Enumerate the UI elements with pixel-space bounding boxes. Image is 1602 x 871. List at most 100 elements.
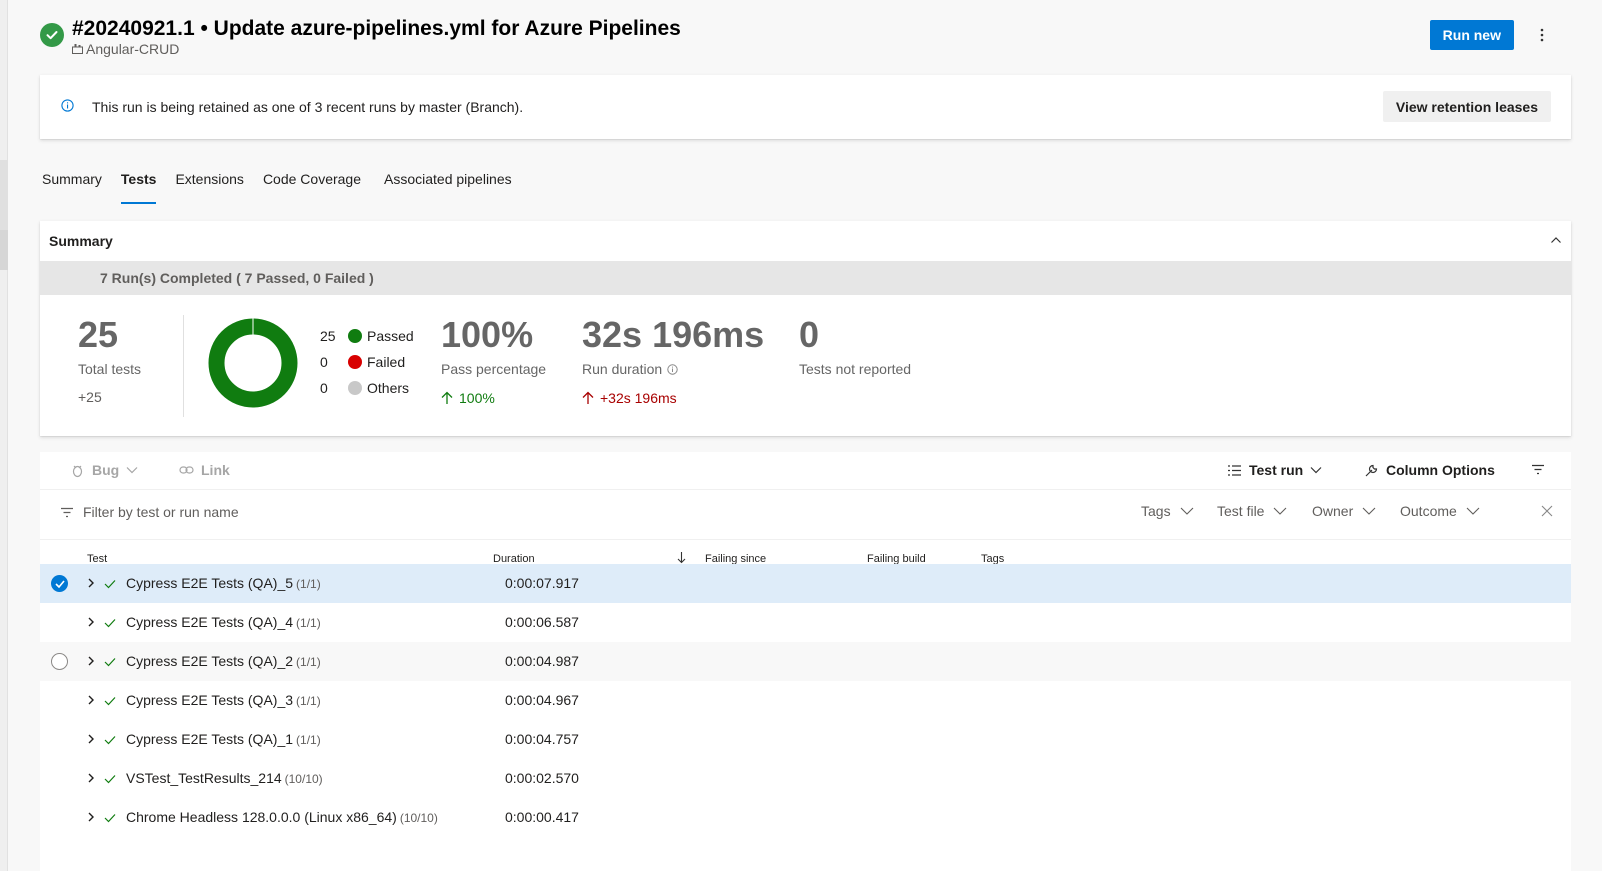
retention-message: This run is being retained as one of 3 r… [92, 99, 524, 115]
run-duration-delta: +32s 196ms [582, 390, 764, 406]
chevron-right-icon[interactable] [87, 771, 95, 787]
test-run-duration: 0:00:07.917 [505, 575, 579, 591]
filter-icon [61, 507, 73, 517]
table-row[interactable]: Cypress E2E Tests (QA)_5 (1/1) 0:00:07.91… [40, 564, 1571, 603]
test-run-count: (1/1) [296, 616, 321, 630]
test-run-name[interactable]: Cypress E2E Tests (QA)_5 (1/1) [126, 575, 321, 591]
column-options-button[interactable]: Column Options [1364, 462, 1495, 478]
filter-search-input[interactable]: Filter by test or run name [60, 504, 460, 520]
run-header: #20240921.1 • Update azure-pipelines.yml… [40, 17, 1562, 57]
failed-label: Failed [367, 354, 406, 370]
chevron-right-icon[interactable] [87, 732, 95, 748]
arrow-up-icon [441, 391, 453, 404]
tab-extensions[interactable]: Extensions [175, 168, 243, 204]
chevron-down-icon [126, 467, 138, 474]
outcome-donut-chart [208, 318, 298, 408]
run-duration-delta-value: +32s 196ms [600, 390, 677, 406]
list-icon [1228, 464, 1241, 476]
run-new-button[interactable]: Run new [1429, 20, 1514, 50]
bug-button[interactable]: Bug [70, 462, 138, 478]
test-run-duration: 0:00:06.587 [505, 614, 579, 630]
others-count: 0 [320, 380, 328, 396]
view-retention-leases-button[interactable]: View retention leases [1382, 91, 1551, 122]
bug-icon [72, 465, 83, 477]
table-row[interactable]: Cypress E2E Tests (QA)_3 (1/1) 0:00:04.96… [40, 681, 1571, 720]
runs-completed-bar: 7 Run(s) Completed ( 7 Passed, 0 Failed … [40, 261, 1571, 295]
test-run-count: (10/10) [284, 772, 323, 786]
test-run-name[interactable]: Chrome Headless 128.0.0.0 (Linux x86_64)… [126, 809, 438, 825]
test-file-filter-dropdown[interactable]: Test file [1217, 503, 1287, 519]
summary-heading: Summary [49, 233, 113, 249]
info-icon[interactable] [667, 363, 678, 375]
row-checkbox[interactable] [51, 653, 68, 670]
total-tests-metric: 25 Total tests +25 [78, 315, 141, 406]
test-run-name[interactable]: Cypress E2E Tests (QA)_3 (1/1) [126, 692, 321, 708]
outcome-filter-dropdown[interactable]: Outcome [1400, 503, 1480, 519]
chevron-up-icon[interactable] [1549, 233, 1563, 250]
total-tests-delta: +25 [78, 389, 102, 405]
test-run-duration: 0:00:04.757 [505, 731, 579, 747]
passed-label: Passed [367, 328, 414, 344]
test-results-panel: Bug Link Test run Column Options Filter … [40, 452, 1571, 871]
chevron-down-icon [1310, 467, 1322, 474]
results-toolbar: Bug Link Test run Column Options [40, 452, 1571, 490]
run-duration-label: Run duration [582, 361, 663, 377]
test-run-name[interactable]: Cypress E2E Tests (QA)_2 (1/1) [126, 653, 321, 669]
test-run-duration: 0:00:02.570 [505, 770, 579, 786]
tab-associated-pipelines[interactable]: Associated pipelines [384, 168, 512, 204]
pass-percentage-label: Pass percentage [441, 361, 547, 377]
chevron-down-icon [1180, 507, 1193, 515]
test-run-count: (10/10) [399, 811, 438, 825]
pass-percentage-metric: 100% Pass percentage 100% [441, 315, 547, 407]
clear-filters-icon[interactable] [1541, 504, 1553, 520]
tab-code-coverage[interactable]: Code Coverage [263, 168, 361, 204]
table-row[interactable]: Cypress E2E Tests (QA)_2 (1/1) 0:00:04.98… [40, 642, 1571, 681]
chevron-right-icon[interactable] [87, 693, 95, 709]
others-dot-icon [348, 381, 362, 395]
row-checkbox-checked[interactable] [51, 575, 68, 592]
test-run-name[interactable]: VSTest_TestResults_214 (10/10) [126, 770, 323, 786]
rail-segment [0, 160, 8, 230]
metric-divider [183, 315, 184, 417]
column-options-label: Column Options [1386, 462, 1495, 478]
retention-banner: This run is being retained as one of 3 r… [40, 75, 1571, 139]
chevron-right-icon[interactable] [87, 810, 95, 826]
tab-tests[interactable]: Tests [120, 168, 156, 204]
pipeline-icon [72, 41, 83, 57]
table-row[interactable]: Chrome Headless 128.0.0.0 (Linux x86_64)… [40, 798, 1571, 837]
not-reported-value: 0 [799, 314, 820, 355]
test-run-name[interactable]: Cypress E2E Tests (QA)_4 (1/1) [126, 614, 321, 630]
passed-check-icon [104, 771, 116, 787]
filter-placeholder: Filter by test or run name [83, 504, 239, 520]
pipeline-link[interactable]: Angular-CRUD [72, 41, 179, 57]
outcome-filter-label: Outcome [1400, 503, 1457, 519]
pipeline-name: Angular-CRUD [86, 41, 180, 57]
test-run-name[interactable]: Cypress E2E Tests (QA)_1 (1/1) [126, 731, 321, 747]
owner-filter-dropdown[interactable]: Owner [1312, 503, 1376, 519]
outcome-legend: 25 Passed 0 Failed 0 Others [320, 323, 414, 401]
tags-filter-label: Tags [1141, 503, 1171, 519]
run-title: #20240921.1 • Update azure-pipelines.yml… [72, 17, 681, 40]
test-run-duration: 0:00:04.987 [505, 653, 579, 669]
filter-toggle-icon[interactable] [1531, 464, 1545, 475]
table-row[interactable]: VSTest_TestResults_214 (10/10) 0:00:02.57… [40, 759, 1571, 798]
tags-filter-dropdown[interactable]: Tags [1141, 503, 1194, 519]
tab-summary[interactable]: Summary [42, 168, 102, 204]
pass-percentage-delta: 100% [441, 390, 546, 406]
group-by-dropdown[interactable]: Test run [1227, 462, 1322, 478]
table-row[interactable]: Cypress E2E Tests (QA)_1 (1/1) 0:00:04.75… [40, 720, 1571, 759]
test-run-count: (1/1) [296, 733, 321, 747]
chevron-right-icon[interactable] [87, 615, 95, 631]
chevron-right-icon[interactable] [87, 576, 95, 592]
link-label: Link [201, 462, 230, 478]
run-duration-label-row: Run duration [582, 361, 764, 377]
link-button[interactable]: Link [179, 462, 230, 478]
more-actions-icon[interactable] [1532, 25, 1552, 45]
rail-segment-active[interactable] [0, 230, 8, 270]
left-rail [0, 0, 8, 871]
table-row[interactable]: Cypress E2E Tests (QA)_4 (1/1) 0:00:06.58… [40, 603, 1571, 642]
summary-card: Summary 7 Run(s) Completed ( 7 Passed, 0… [40, 221, 1571, 436]
passed-check-icon [104, 615, 116, 631]
passed-check-icon [104, 693, 116, 709]
chevron-right-icon[interactable] [87, 654, 95, 670]
